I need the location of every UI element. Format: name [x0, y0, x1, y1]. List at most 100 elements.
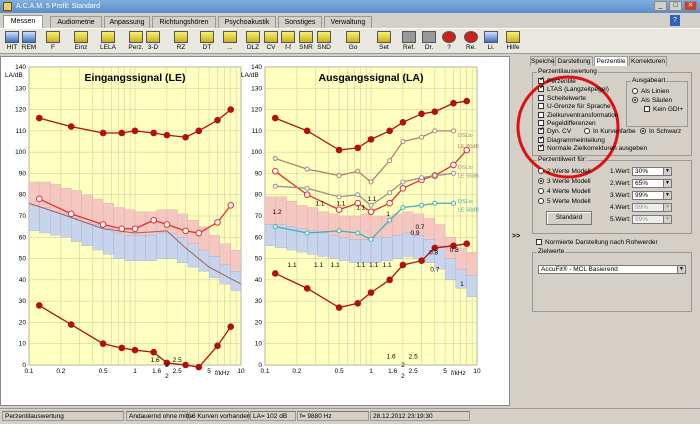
- zielwerte-select[interactable]: AccuFit® - MCL Basierend ▼: [538, 265, 686, 274]
- percentile-column-upper: [208, 235, 220, 257]
- data-point: [386, 276, 393, 284]
- data-point: [195, 229, 203, 237]
- check-2[interactable]: Scheitelwerte: [538, 94, 586, 103]
- model-radio-0[interactable]: 2 Werte Modell: [538, 168, 591, 176]
- toolbar-computer-button[interactable]: HIT: [3, 30, 21, 54]
- toolbar-speaker-button[interactable]: REM: [20, 30, 38, 54]
- toolbar-cv-button[interactable]: CV: [262, 30, 280, 54]
- data-point: [335, 304, 343, 311]
- toolbar-ff-button[interactable]: f-f: [279, 30, 297, 54]
- data-point: [431, 108, 439, 116]
- 3d-icon: [146, 31, 160, 43]
- check-label: Dyn. CV: [547, 128, 572, 136]
- y-tick-label: 140: [251, 64, 262, 71]
- y-tick-label: 40: [255, 277, 263, 284]
- chart-title: Eingangssignal (LE): [85, 72, 186, 84]
- model-radio-1[interactable]: 3 Werte Modell: [538, 178, 591, 186]
- check-3[interactable]: U-Grenze für Sprache: [538, 103, 611, 111]
- toolbar-more-button[interactable]: ...: [221, 30, 239, 54]
- data-point: [182, 227, 189, 235]
- tab-perzentile[interactable]: Perzentile: [594, 56, 628, 66]
- standard-button[interactable]: Standard: [546, 211, 592, 225]
- toolbar-3d-button[interactable]: 3-D: [144, 30, 162, 54]
- wert-select-5[interactable]: 99% ▼: [632, 215, 672, 224]
- toolbar: HIT REM F Einz LELA Perz. 3-D RZ DT... DLZ CV f-f SN…: [0, 28, 700, 54]
- toolbar-right-ear-button[interactable]: Re.: [462, 30, 480, 54]
- tab-audiometrie[interactable]: Audiometrie: [50, 16, 102, 28]
- tab-messen[interactable]: Messen: [3, 15, 43, 28]
- percentile-column-lower: [444, 258, 456, 281]
- check-label: Kein GDI+: [653, 106, 684, 113]
- tab-richtungshoeren[interactable]: Richtungshören: [152, 16, 216, 28]
- toolbar-go-button[interactable]: Go: [344, 30, 362, 54]
- data-point: [400, 204, 406, 210]
- close-button[interactable]: ✕: [684, 1, 697, 11]
- data-point: [367, 208, 375, 216]
- toolbar-set-button[interactable]: Set: [375, 30, 393, 54]
- check-1[interactable]: LTAS (Langzeitpegel): [538, 84, 609, 94]
- tab-anpassung[interactable]: Anpassung: [104, 16, 150, 28]
- toolbar-print-button[interactable]: Dr.: [420, 30, 438, 54]
- toolbar-dlz-button[interactable]: DLZ: [244, 30, 262, 54]
- x-tick-label: 1.6: [388, 368, 397, 375]
- ausgabe-radio-1[interactable]: Als Säulen: [632, 97, 672, 105]
- toolbar-glasses-button[interactable]: Ref.: [400, 30, 418, 54]
- data-point: [131, 127, 139, 135]
- check-label: Perzentile: [547, 78, 576, 85]
- wert-select-4[interactable]: 99% ▼: [632, 203, 672, 212]
- status-bar: Perzentilauswertung Andauernd ohne mitte…: [0, 408, 700, 422]
- kein-gdi-checkbox[interactable]: Kein GDI+: [644, 106, 683, 114]
- minimize-button[interactable]: _: [654, 1, 667, 11]
- toolbar-single-button[interactable]: Einz: [72, 30, 90, 54]
- expand-panel-button[interactable]: >>: [512, 233, 520, 240]
- data-point: [386, 199, 393, 207]
- toolbar-snd-button[interactable]: SND: [315, 30, 333, 54]
- data-point: [303, 285, 311, 292]
- toolbar-snr-button[interactable]: SNR: [297, 30, 315, 54]
- tab-speicher[interactable]: Speicher: [530, 56, 557, 66]
- toolbar-help-button[interactable]: ?: [440, 30, 458, 54]
- set-icon: [377, 31, 391, 43]
- y-axis-label: LA/dB: [241, 72, 259, 79]
- tab-darstellung[interactable]: Darstellung: [555, 56, 593, 66]
- toolbar-lela-button[interactable]: LELA: [99, 30, 117, 54]
- data-point: [118, 129, 126, 137]
- toolbar-hilfe-button[interactable]: Hilfe: [504, 30, 522, 54]
- percentile-column-lower: [349, 239, 361, 263]
- tab-sonstiges[interactable]: Sonstiges: [278, 16, 322, 28]
- color-radio-1[interactable]: In Schwarz: [640, 128, 681, 136]
- percentile-column-upper: [92, 198, 104, 225]
- check-5[interactable]: Pegeldifferenzen: [538, 120, 596, 128]
- toolbar-perz-button[interactable]: Perz.: [127, 30, 145, 54]
- annotation-label: 1.1: [331, 262, 340, 269]
- tab-verwaltung[interactable]: Verwaltung: [324, 16, 372, 28]
- toolbar-left-ear-button[interactable]: Li.: [482, 30, 500, 54]
- tab-korrekturen[interactable]: Korrekturen: [629, 56, 667, 66]
- wert-select-3[interactable]: 99% ▼: [632, 191, 672, 200]
- check-8[interactable]: Normale Zielkorrekturen ausgeben: [538, 143, 647, 153]
- toolbar-rz-button[interactable]: RZ: [172, 30, 190, 54]
- toolbar-dt-button[interactable]: DT: [198, 30, 216, 54]
- check-label: LTAS (Langzeitpegel): [547, 86, 609, 94]
- checkbox-box: [538, 103, 544, 110]
- wert-select-1[interactable]: 30% ▼: [632, 167, 672, 176]
- data-point: [99, 340, 107, 348]
- toolbar-f-button[interactable]: F: [44, 30, 62, 54]
- tab-psychoakustik[interactable]: Psychoakustik: [218, 16, 276, 28]
- x-tick-label: 0.2: [292, 368, 301, 375]
- wert-value: 30%: [635, 168, 649, 175]
- toolbar-label: Dr.: [424, 44, 434, 51]
- snr-icon: [299, 31, 313, 43]
- question-icon[interactable]: ?: [670, 15, 680, 26]
- model-radio-2[interactable]: 4 Werte Modell: [538, 188, 591, 196]
- model-radio-3[interactable]: 5 Werte Modell: [538, 198, 591, 206]
- normiert-checkbox[interactable]: Normierte Darstellung nach Rohwerder: [536, 239, 658, 247]
- ausgabe-radio-0[interactable]: Als Linien: [632, 88, 669, 96]
- check-4[interactable]: Zielkurventransformation: [538, 111, 619, 120]
- color-radio-0[interactable]: In Kurvenfarbe: [584, 128, 636, 136]
- check-7[interactable]: Diagrammeinteilung: [538, 135, 605, 145]
- status-date: 28.12.2012 23:19:30: [370, 411, 470, 421]
- data-point: [163, 221, 171, 228]
- maximize-button[interactable]: □: [669, 1, 682, 11]
- wert-select-2[interactable]: 65% ▼: [632, 179, 672, 188]
